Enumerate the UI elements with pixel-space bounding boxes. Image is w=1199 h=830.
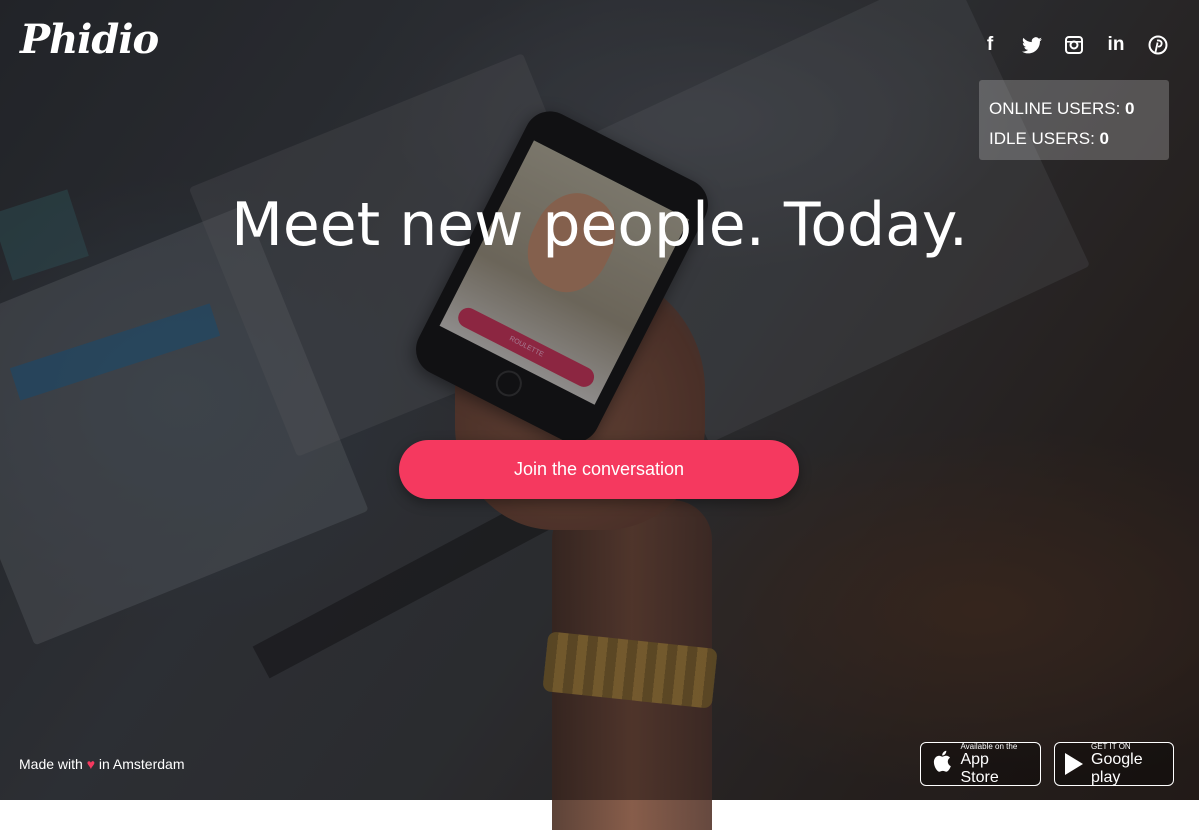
- google-play-button[interactable]: GET IT ON Google play: [1054, 742, 1174, 786]
- app-store-small: Available on the: [960, 741, 1018, 751]
- linkedin-icon[interactable]: in: [1105, 34, 1127, 56]
- pinterest-icon[interactable]: [1147, 34, 1169, 56]
- instagram-icon[interactable]: [1063, 34, 1085, 56]
- join-conversation-button[interactable]: Join the conversation: [399, 440, 799, 499]
- app-store-button[interactable]: Available on the App Store: [920, 742, 1041, 786]
- google-play-big: Google play: [1091, 750, 1143, 786]
- footer-made-with: Made with: [19, 756, 83, 772]
- footer-credit: Made with ♥ in Amsterdam: [19, 756, 185, 772]
- idle-users-label: IDLE USERS:: [989, 129, 1095, 148]
- google-play-text: GET IT ON Google play: [1091, 742, 1163, 787]
- footer-location: in Amsterdam: [98, 756, 185, 772]
- idle-users-row: IDLE USERS: 0: [989, 124, 1159, 154]
- app-store-text: Available on the App Store: [960, 742, 1030, 787]
- online-users-count: 0: [1125, 99, 1135, 118]
- google-play-small: GET IT ON: [1091, 741, 1131, 751]
- twitter-icon[interactable]: [1021, 34, 1043, 56]
- online-users-label: ONLINE USERS:: [989, 99, 1121, 118]
- user-stats-panel: ONLINE USERS: 0 IDLE USERS: 0: [979, 80, 1169, 160]
- page-headline: Meet new people. Today.: [231, 190, 968, 260]
- apple-icon: [931, 750, 952, 778]
- online-users-row: ONLINE USERS: 0: [989, 94, 1159, 124]
- heart-icon: ♥: [86, 756, 96, 772]
- social-links: f in: [979, 34, 1169, 56]
- facebook-icon[interactable]: f: [979, 34, 1001, 56]
- google-play-icon: [1065, 753, 1083, 775]
- idle-users-count: 0: [1099, 129, 1110, 148]
- app-store-big: App Store: [960, 750, 999, 786]
- logo[interactable]: Phidio: [20, 16, 159, 63]
